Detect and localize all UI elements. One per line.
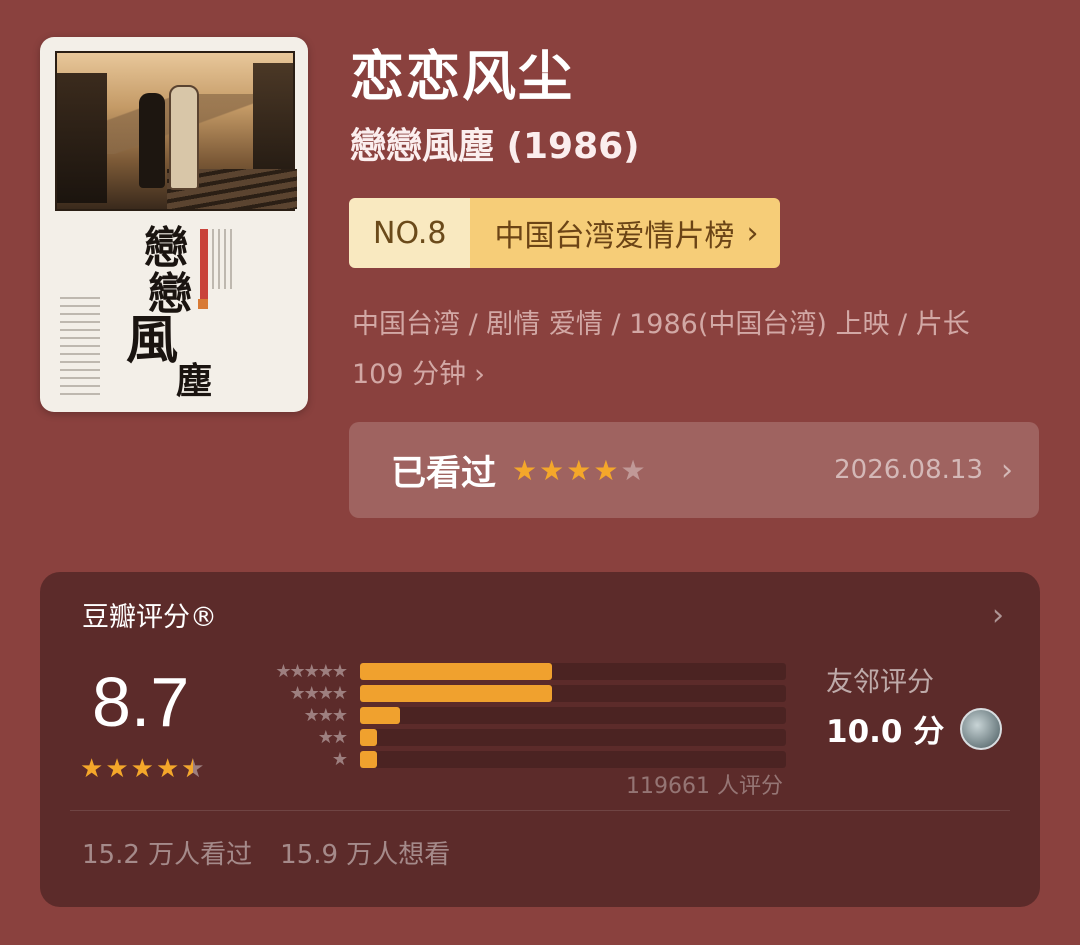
distribution-track bbox=[360, 728, 786, 746]
distribution-track bbox=[360, 662, 786, 680]
poster-figure-girl bbox=[139, 93, 165, 188]
my-rating-stars: ★ ★ ★ ★ ★ bbox=[512, 454, 646, 487]
distribution-stars-icon: ★★ bbox=[317, 726, 348, 748]
poster-figure-boy bbox=[169, 85, 199, 190]
chevron-right-icon: › bbox=[1001, 452, 1013, 488]
movie-poster[interactable]: 戀 戀 風 塵 bbox=[40, 37, 308, 412]
distribution-bar bbox=[360, 684, 552, 702]
wish-count[interactable]: 15.9 万人想看 bbox=[280, 834, 450, 871]
meta-duration: 109 分钟 bbox=[352, 359, 467, 390]
distribution-stars-icon: ★★★★ bbox=[289, 682, 348, 704]
poster-title-char: 風 bbox=[126, 310, 179, 371]
star-icon: ★ bbox=[80, 754, 104, 784]
distribution-stars-icon: ★★★★★ bbox=[275, 660, 348, 682]
distribution-row: ★ bbox=[250, 748, 786, 770]
meta-line-2: 109 分钟 › bbox=[352, 350, 1032, 400]
star-icon: ★ bbox=[130, 754, 154, 784]
movie-original-title: 戀戀風塵 (1986) bbox=[350, 126, 640, 167]
watched-date: 2026.08.13 bbox=[834, 455, 983, 485]
watched-label: 已看过 bbox=[391, 453, 497, 494]
distribution-stars-icon: ★★★ bbox=[303, 704, 348, 726]
distribution-track bbox=[360, 684, 786, 702]
half-star-icon: ★ bbox=[181, 754, 204, 784]
distribution-bar bbox=[360, 706, 401, 724]
rating-score: 8.7 bbox=[92, 663, 190, 741]
movie-meta[interactable]: 中国台湾 / 剧情 爱情 / 1986(中国台湾) 上映 / 片长 109 分钟… bbox=[352, 300, 1032, 400]
chevron-right-icon[interactable]: › bbox=[992, 598, 1004, 633]
star-icon: ★ bbox=[566, 453, 592, 487]
distribution-bar bbox=[360, 662, 552, 680]
divider bbox=[70, 810, 1010, 811]
star-icon: ★ bbox=[512, 453, 538, 487]
rank-list-link[interactable]: 中国台湾爱情片榜 › bbox=[470, 198, 781, 268]
rank-number: NO.8 bbox=[349, 198, 471, 268]
watched-status-bar[interactable]: 已看过 ★ ★ ★ ★ ★ 2026.08.13 › bbox=[349, 422, 1039, 518]
friends-rating[interactable]: 10.0 分 bbox=[826, 706, 1003, 751]
distribution-row: ★★★ bbox=[250, 704, 786, 726]
douban-rating-card[interactable]: 豆瓣评分® › 8.7 ★★★★★ ★★★★★★★★★★★★★★★ 119661… bbox=[40, 572, 1040, 907]
star-icon: ★ bbox=[105, 754, 129, 784]
distribution-bar bbox=[360, 750, 378, 768]
watched-count[interactable]: 15.2 万人看过 bbox=[82, 834, 252, 871]
movie-title: 恋恋风尘 bbox=[350, 45, 574, 108]
distribution-bar bbox=[360, 728, 378, 746]
distribution-row: ★★★★★ bbox=[250, 660, 786, 682]
poster-credits bbox=[60, 297, 100, 397]
poster-title-char: 塵 bbox=[176, 360, 213, 402]
star-icon: ★ bbox=[155, 754, 180, 784]
audience-counts: 15.2 万人看过 15.9 万人想看 bbox=[82, 834, 450, 871]
star-icon: ★ bbox=[539, 453, 565, 487]
friend-avatar[interactable] bbox=[960, 707, 1003, 750]
meta-line-1: 中国台湾 / 剧情 爱情 / 1986(中国台湾) 上映 / 片长 bbox=[352, 309, 970, 340]
friends-rating-value: 10.0 分 bbox=[826, 714, 945, 750]
poster-photo bbox=[55, 51, 297, 211]
rating-heading: 豆瓣评分® bbox=[82, 602, 217, 633]
rank-badge[interactable]: NO.8 中国台湾爱情片榜 › bbox=[349, 198, 781, 268]
star-icon: ★ bbox=[620, 453, 646, 487]
poster-house-left bbox=[57, 73, 107, 203]
distribution-row: ★★★★ bbox=[250, 682, 786, 704]
chevron-right-icon: › bbox=[746, 215, 759, 251]
friends-rating-label: 友邻评分 bbox=[826, 667, 934, 698]
poster-calligraphy-title: 戀 戀 風 塵 bbox=[126, 223, 250, 407]
star-icon: ★ bbox=[593, 453, 619, 487]
distribution-track bbox=[360, 706, 786, 724]
distribution-track bbox=[360, 750, 786, 768]
chevron-right-icon: › bbox=[474, 359, 485, 390]
rating-stars: ★ ★ ★ ★ ★ bbox=[80, 754, 205, 784]
poster-title-char: 戀 bbox=[144, 223, 188, 274]
raters-count: 119661 人评分 bbox=[626, 774, 783, 799]
distribution-row: ★★ bbox=[250, 726, 786, 748]
distribution-stars-icon: ★ bbox=[331, 748, 348, 770]
rank-list-label: 中国台湾爱情片榜 bbox=[494, 219, 735, 254]
rating-distribution: ★★★★★ ★★★★ ★★★ ★★ ★ bbox=[250, 660, 786, 770]
